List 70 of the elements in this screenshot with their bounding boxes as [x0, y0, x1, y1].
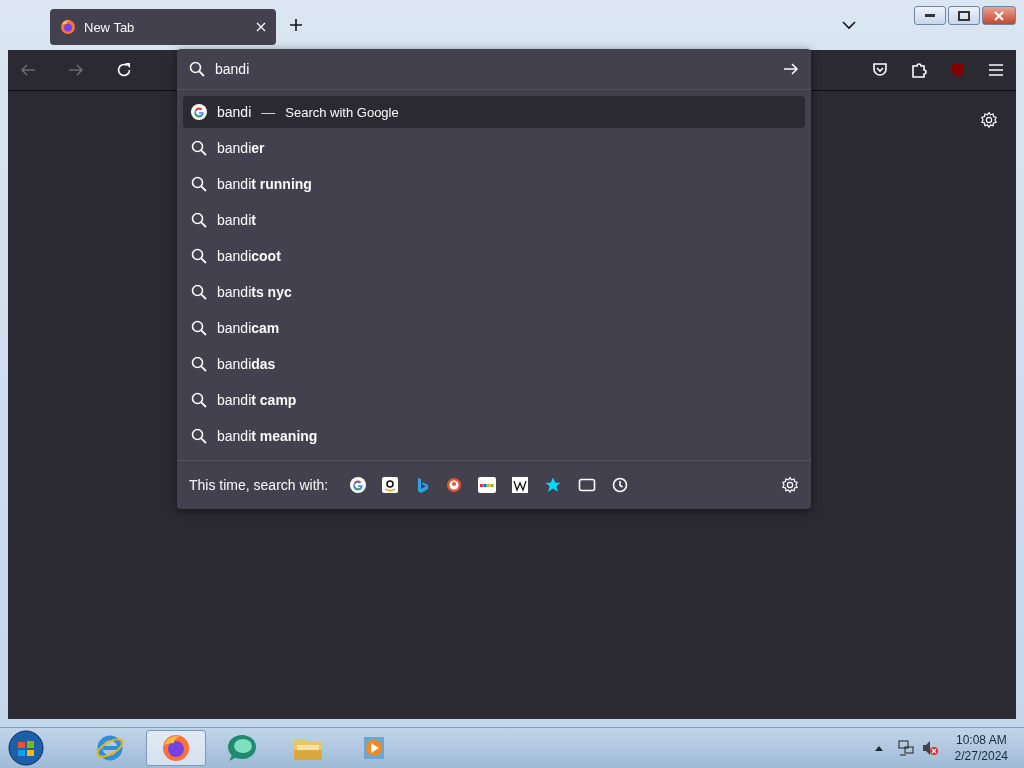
suggestion-item[interactable]: bandidas: [183, 348, 805, 380]
google-icon[interactable]: [350, 477, 367, 493]
search-with-label: This time, search with:: [189, 477, 329, 493]
arrow-right-icon[interactable]: [783, 61, 799, 77]
start-orb-icon[interactable]: [8, 730, 44, 766]
search-icon: [191, 284, 207, 300]
settings-icon[interactable]: [980, 111, 998, 129]
menu-icon[interactable]: [988, 63, 1004, 77]
browser-tab[interactable]: New Tab: [50, 9, 276, 45]
suggestion-text: bandit meaning: [217, 428, 318, 444]
separator-text: —: [261, 104, 276, 120]
suggestion-item[interactable]: bandit camp: [183, 384, 805, 416]
suggestion-text: bandit running: [217, 176, 312, 192]
suggestion-item[interactable]: bandit: [183, 204, 805, 236]
suggestion-item[interactable]: bandi — Search with Google: [183, 96, 805, 128]
chevron-down-icon[interactable]: [842, 20, 856, 30]
suggestion-item[interactable]: bandit meaning: [183, 420, 805, 452]
tab-title: New Tab: [84, 19, 136, 35]
restore-icon: [958, 10, 970, 21]
close-icon[interactable]: [256, 22, 266, 32]
close-button[interactable]: [982, 6, 1016, 25]
firefox-icon[interactable]: [161, 733, 191, 763]
minimize-button[interactable]: [914, 6, 946, 25]
suggestion-text: bandicoot: [217, 248, 281, 264]
back-arrow-icon[interactable]: [20, 62, 36, 78]
suggestion-text: bandit: [217, 212, 256, 228]
chat-bubble-icon[interactable]: [226, 733, 258, 763]
taskbar-button[interactable]: [146, 730, 206, 766]
tabs-icon[interactable]: [578, 477, 597, 493]
forward-arrow-icon[interactable]: [68, 62, 84, 78]
search-icon: [189, 61, 205, 77]
maximize-button[interactable]: [948, 6, 980, 25]
clock-date: 2/27/2024: [954, 748, 1008, 764]
search-icon: [191, 212, 207, 228]
search-icon: [191, 248, 207, 264]
search-icon: [191, 320, 207, 336]
address-field[interactable]: bandi: [215, 61, 773, 77]
suggestion-item[interactable]: bandit running: [183, 168, 805, 200]
star-icon[interactable]: [544, 476, 563, 494]
suggestion-item[interactable]: bandier: [183, 132, 805, 164]
clock-time: 10:08 AM: [955, 732, 1007, 748]
caret-up-icon[interactable]: [874, 745, 883, 751]
suggestion-text: bandit camp: [217, 392, 297, 408]
wikipedia-icon[interactable]: [512, 477, 529, 493]
suggestion-item[interactable]: bandicoot: [183, 240, 805, 272]
suggestion-text: bandier: [217, 140, 265, 156]
google-icon[interactable]: [191, 104, 207, 120]
pocket-icon[interactable]: [872, 62, 888, 78]
network-icon[interactable]: [896, 739, 915, 757]
history-icon[interactable]: [612, 477, 629, 493]
reload-icon[interactable]: [116, 62, 132, 78]
puzzle-piece-icon[interactable]: [910, 61, 928, 79]
suggestion-item[interactable]: bandicam: [183, 312, 805, 344]
search-icon: [191, 356, 207, 372]
firefox-icon: [60, 19, 76, 35]
search-icon: [191, 140, 207, 156]
settings-icon[interactable]: [781, 476, 799, 494]
plus-icon[interactable]: [289, 18, 303, 32]
minimize-icon: [925, 13, 935, 18]
suggestion-text: bandicam: [217, 320, 280, 336]
search-icon: [191, 392, 207, 408]
suggestion-item[interactable]: bandits nyc: [183, 276, 805, 308]
suggestion-text: bandits nyc: [217, 284, 292, 300]
muted-speaker-icon[interactable]: [920, 739, 939, 757]
close-icon: [994, 10, 1004, 21]
search-icon: [191, 176, 207, 192]
suggestion-text: bandi: [217, 104, 252, 120]
action-text: Search with Google: [285, 104, 399, 120]
suggestion-text: bandidas: [217, 356, 276, 372]
search-icon: [191, 428, 207, 444]
